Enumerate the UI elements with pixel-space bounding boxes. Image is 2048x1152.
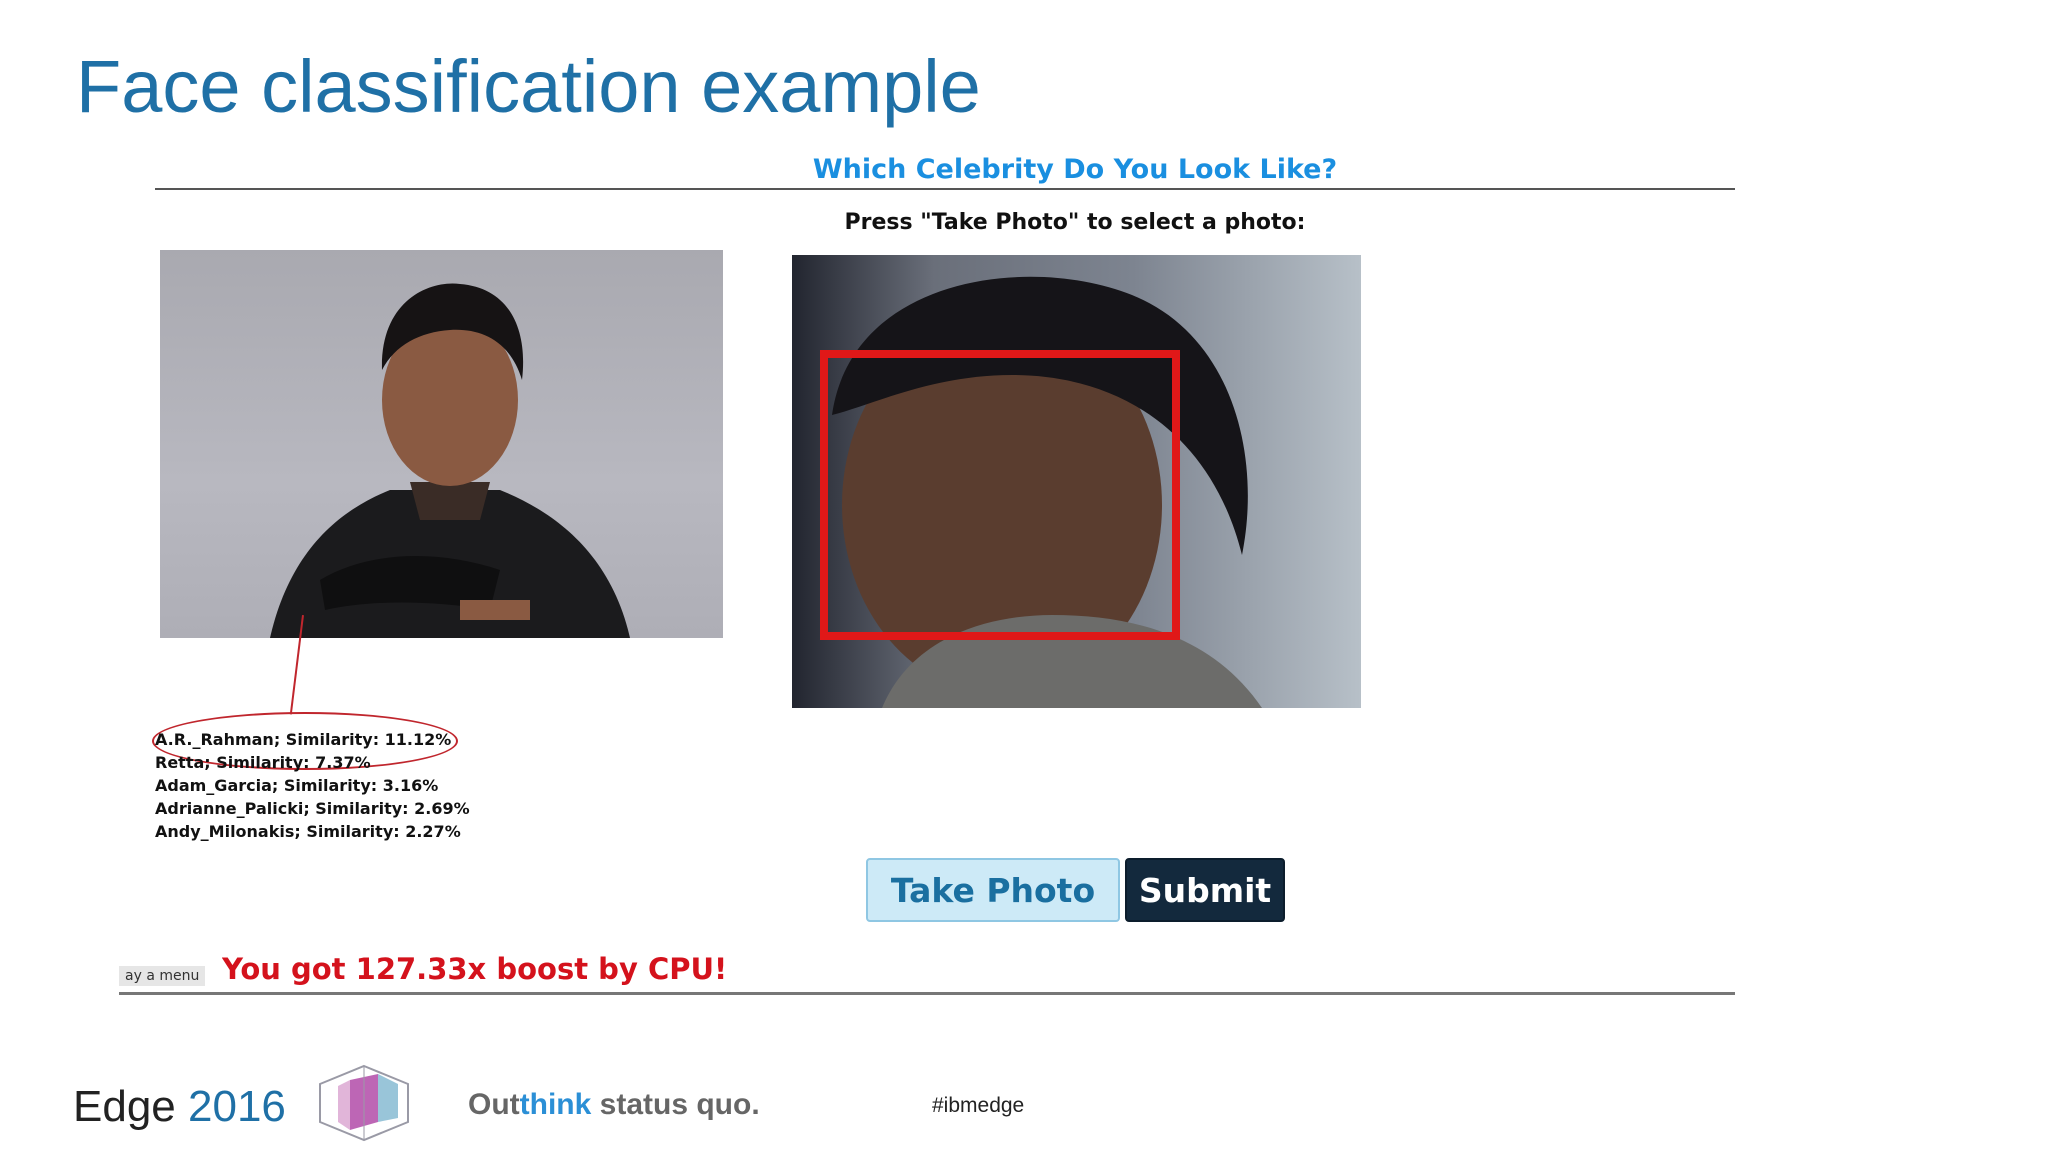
similarity-results: A.R._Rahman; Similarity: 11.12% Retta; S… [155,728,470,843]
detected-face-box [820,350,1180,640]
boost-message-text: You got 127.33x boost by CPU! [222,952,728,986]
tagline-suffix: status quo. [591,1088,760,1121]
celebrity-portrait-illustration [270,283,630,638]
take-photo-button[interactable]: Take Photo [866,858,1120,922]
footer-brand-year: 2016 [188,1082,286,1131]
slide-title: Face classification example [76,45,981,128]
result-line: A.R._Rahman; Similarity: 11.12% [155,730,452,749]
footer-brand: Edge 2016 [73,1082,286,1132]
top-divider [155,188,1735,190]
footer-hashtag: #ibmedge [932,1094,1025,1117]
tagline-accent: think [519,1088,592,1121]
result-line: Retta; Similarity: 7.37% [155,753,371,772]
photo-prompt: Press "Take Photo" to select a photo: [844,210,1306,235]
celebrity-match-photo [160,250,723,638]
app-heading: Which Celebrity Do You Look Like? [812,154,1338,185]
result-line: Andy_Milonakis; Similarity: 2.27% [155,822,461,841]
bottom-divider [119,992,1735,995]
submit-button[interactable]: Submit [1125,858,1285,922]
result-line: Adrianne_Palicki; Similarity: 2.69% [155,799,470,818]
tagline-prefix: Out [468,1088,520,1121]
footer-tagline: Outthink status quo. [468,1088,760,1122]
edge-cube-logo-icon [316,1064,412,1142]
boost-message: You got 127.33x boost by CPU! [222,952,742,992]
result-line: Adam_Garcia; Similarity: 3.16% [155,776,439,795]
menu-tab[interactable]: ay a menu [119,966,206,986]
user-photo [792,255,1361,708]
footer-brand-name: Edge [73,1082,176,1131]
